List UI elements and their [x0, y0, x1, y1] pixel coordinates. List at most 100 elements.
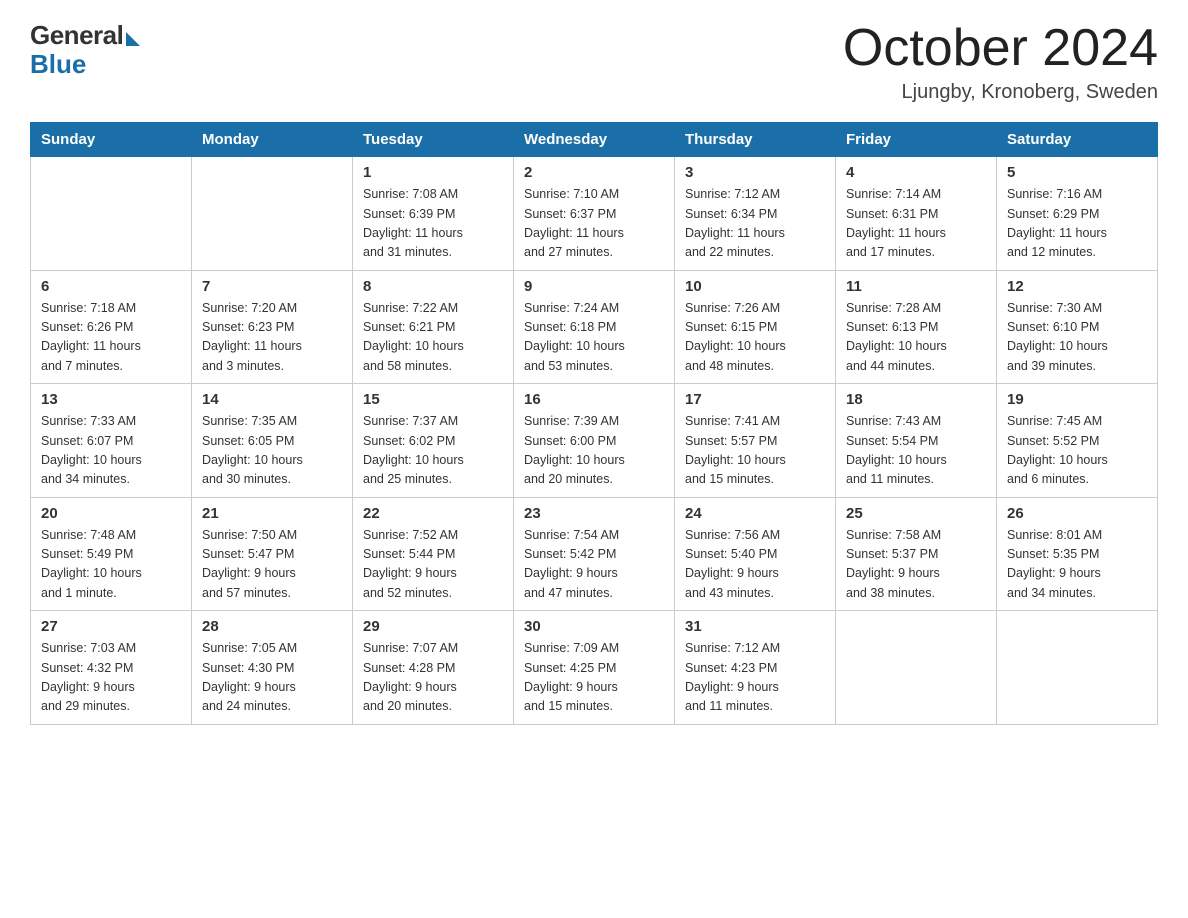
- day-number: 8: [363, 278, 503, 295]
- sun-info: Sunrise: 7:22 AM Sunset: 6:21 PM Dayligh…: [363, 299, 503, 377]
- day-number: 27: [41, 618, 181, 635]
- sun-info: Sunrise: 7:43 AM Sunset: 5:54 PM Dayligh…: [846, 412, 986, 490]
- sun-info: Sunrise: 7:03 AM Sunset: 4:32 PM Dayligh…: [41, 639, 181, 717]
- day-number: 28: [202, 618, 342, 635]
- header-monday: Monday: [192, 123, 353, 157]
- sun-info: Sunrise: 7:37 AM Sunset: 6:02 PM Dayligh…: [363, 412, 503, 490]
- day-number: 12: [1007, 278, 1147, 295]
- calendar-cell: 28 Sunrise: 7:05 AM Sunset: 4:30 PM Dayli…: [192, 611, 353, 725]
- day-number: 15: [363, 391, 503, 408]
- day-number: 4: [846, 164, 986, 181]
- calendar-cell: 14 Sunrise: 7:35 AM Sunset: 6:05 PM Dayli…: [192, 384, 353, 498]
- calendar-week-row: 13 Sunrise: 7:33 AM Sunset: 6:07 PM Dayli…: [31, 384, 1158, 498]
- calendar-week-row: 1 Sunrise: 7:08 AM Sunset: 6:39 PM Daylig…: [31, 157, 1158, 271]
- day-number: 22: [363, 505, 503, 522]
- day-number: 20: [41, 505, 181, 522]
- header-row: SundayMondayTuesdayWednesdayThursdayFrid…: [31, 123, 1158, 157]
- sun-info: Sunrise: 7:52 AM Sunset: 5:44 PM Dayligh…: [363, 526, 503, 604]
- sun-info: Sunrise: 7:33 AM Sunset: 6:07 PM Dayligh…: [41, 412, 181, 490]
- logo-general-text: General: [30, 20, 123, 51]
- page-header: General Blue October 2024 Ljungby, Krono…: [30, 20, 1158, 104]
- calendar-cell: 29 Sunrise: 7:07 AM Sunset: 4:28 PM Dayli…: [353, 611, 514, 725]
- day-number: 9: [524, 278, 664, 295]
- sun-info: Sunrise: 7:09 AM Sunset: 4:25 PM Dayligh…: [524, 639, 664, 717]
- day-number: 1: [363, 164, 503, 181]
- sun-info: Sunrise: 7:54 AM Sunset: 5:42 PM Dayligh…: [524, 526, 664, 604]
- day-number: 19: [1007, 391, 1147, 408]
- calendar-cell: 22 Sunrise: 7:52 AM Sunset: 5:44 PM Dayli…: [353, 497, 514, 611]
- calendar-cell: 16 Sunrise: 7:39 AM Sunset: 6:00 PM Dayli…: [514, 384, 675, 498]
- month-title: October 2024: [843, 20, 1158, 77]
- day-number: 21: [202, 505, 342, 522]
- calendar-cell: 27 Sunrise: 7:03 AM Sunset: 4:32 PM Dayli…: [31, 611, 192, 725]
- sun-info: Sunrise: 7:12 AM Sunset: 4:23 PM Dayligh…: [685, 639, 825, 717]
- sun-info: Sunrise: 7:41 AM Sunset: 5:57 PM Dayligh…: [685, 412, 825, 490]
- day-number: 16: [524, 391, 664, 408]
- calendar-cell: [997, 611, 1158, 725]
- calendar-cell: 9 Sunrise: 7:24 AM Sunset: 6:18 PM Daylig…: [514, 270, 675, 384]
- logo-arrow-icon: [126, 32, 140, 46]
- calendar-cell: 8 Sunrise: 7:22 AM Sunset: 6:21 PM Daylig…: [353, 270, 514, 384]
- sun-info: Sunrise: 7:48 AM Sunset: 5:49 PM Dayligh…: [41, 526, 181, 604]
- sun-info: Sunrise: 8:01 AM Sunset: 5:35 PM Dayligh…: [1007, 526, 1147, 604]
- sun-info: Sunrise: 7:39 AM Sunset: 6:00 PM Dayligh…: [524, 412, 664, 490]
- calendar-cell: 15 Sunrise: 7:37 AM Sunset: 6:02 PM Dayli…: [353, 384, 514, 498]
- calendar-cell: 18Sunrise: 7:43 AM Sunset: 5:54 PM Dayli…: [836, 384, 997, 498]
- logo-blue-text: Blue: [30, 49, 86, 80]
- calendar-cell: 5Sunrise: 7:16 AM Sunset: 6:29 PM Daylig…: [997, 157, 1158, 271]
- day-number: 3: [685, 164, 825, 181]
- calendar-cell: 12 Sunrise: 7:30 AM Sunset: 6:10 PM Dayli…: [997, 270, 1158, 384]
- calendar-cell: 17 Sunrise: 7:41 AM Sunset: 5:57 PM Dayli…: [675, 384, 836, 498]
- calendar-cell: 24Sunrise: 7:56 AM Sunset: 5:40 PM Dayli…: [675, 497, 836, 611]
- sun-info: Sunrise: 7:58 AM Sunset: 5:37 PM Dayligh…: [846, 526, 986, 604]
- logo: General Blue: [30, 20, 140, 80]
- sun-info: Sunrise: 7:07 AM Sunset: 4:28 PM Dayligh…: [363, 639, 503, 717]
- calendar-week-row: 20 Sunrise: 7:48 AM Sunset: 5:49 PM Dayli…: [31, 497, 1158, 611]
- calendar-cell: 23Sunrise: 7:54 AM Sunset: 5:42 PM Dayli…: [514, 497, 675, 611]
- sun-info: Sunrise: 7:14 AM Sunset: 6:31 PM Dayligh…: [846, 185, 986, 263]
- day-number: 7: [202, 278, 342, 295]
- calendar-cell: 26Sunrise: 8:01 AM Sunset: 5:35 PM Dayli…: [997, 497, 1158, 611]
- calendar-cell: 20 Sunrise: 7:48 AM Sunset: 5:49 PM Dayli…: [31, 497, 192, 611]
- location-text: Ljungby, Kronoberg, Sweden: [843, 81, 1158, 104]
- calendar-cell: 1 Sunrise: 7:08 AM Sunset: 6:39 PM Daylig…: [353, 157, 514, 271]
- day-number: 30: [524, 618, 664, 635]
- calendar-week-row: 27 Sunrise: 7:03 AM Sunset: 4:32 PM Dayli…: [31, 611, 1158, 725]
- calendar-cell: [836, 611, 997, 725]
- header-friday: Friday: [836, 123, 997, 157]
- calendar-cell: 30 Sunrise: 7:09 AM Sunset: 4:25 PM Dayli…: [514, 611, 675, 725]
- calendar-cell: [192, 157, 353, 271]
- sun-info: Sunrise: 7:18 AM Sunset: 6:26 PM Dayligh…: [41, 299, 181, 377]
- day-number: 29: [363, 618, 503, 635]
- calendar-cell: 21 Sunrise: 7:50 AM Sunset: 5:47 PM Dayli…: [192, 497, 353, 611]
- calendar-cell: 11Sunrise: 7:28 AM Sunset: 6:13 PM Dayli…: [836, 270, 997, 384]
- calendar-cell: 10Sunrise: 7:26 AM Sunset: 6:15 PM Dayli…: [675, 270, 836, 384]
- day-number: 13: [41, 391, 181, 408]
- sun-info: Sunrise: 7:08 AM Sunset: 6:39 PM Dayligh…: [363, 185, 503, 263]
- sun-info: Sunrise: 7:30 AM Sunset: 6:10 PM Dayligh…: [1007, 299, 1147, 377]
- sun-info: Sunrise: 7:24 AM Sunset: 6:18 PM Dayligh…: [524, 299, 664, 377]
- calendar-cell: 2Sunrise: 7:10 AM Sunset: 6:37 PM Daylig…: [514, 157, 675, 271]
- day-number: 5: [1007, 164, 1147, 181]
- title-area: October 2024 Ljungby, Kronoberg, Sweden: [843, 20, 1158, 104]
- sun-info: Sunrise: 7:28 AM Sunset: 6:13 PM Dayligh…: [846, 299, 986, 377]
- calendar-cell: [31, 157, 192, 271]
- calendar-cell: 25 Sunrise: 7:58 AM Sunset: 5:37 PM Dayli…: [836, 497, 997, 611]
- sun-info: Sunrise: 7:45 AM Sunset: 5:52 PM Dayligh…: [1007, 412, 1147, 490]
- day-number: 2: [524, 164, 664, 181]
- sun-info: Sunrise: 7:05 AM Sunset: 4:30 PM Dayligh…: [202, 639, 342, 717]
- day-number: 17: [685, 391, 825, 408]
- header-saturday: Saturday: [997, 123, 1158, 157]
- sun-info: Sunrise: 7:20 AM Sunset: 6:23 PM Dayligh…: [202, 299, 342, 377]
- day-number: 14: [202, 391, 342, 408]
- day-number: 25: [846, 505, 986, 522]
- calendar-header: SundayMondayTuesdayWednesdayThursdayFrid…: [31, 123, 1158, 157]
- sun-info: Sunrise: 7:50 AM Sunset: 5:47 PM Dayligh…: [202, 526, 342, 604]
- calendar-cell: 6Sunrise: 7:18 AM Sunset: 6:26 PM Daylig…: [31, 270, 192, 384]
- header-tuesday: Tuesday: [353, 123, 514, 157]
- calendar-cell: 31 Sunrise: 7:12 AM Sunset: 4:23 PM Dayli…: [675, 611, 836, 725]
- day-number: 31: [685, 618, 825, 635]
- sun-info: Sunrise: 7:35 AM Sunset: 6:05 PM Dayligh…: [202, 412, 342, 490]
- header-sunday: Sunday: [31, 123, 192, 157]
- calendar-week-row: 6Sunrise: 7:18 AM Sunset: 6:26 PM Daylig…: [31, 270, 1158, 384]
